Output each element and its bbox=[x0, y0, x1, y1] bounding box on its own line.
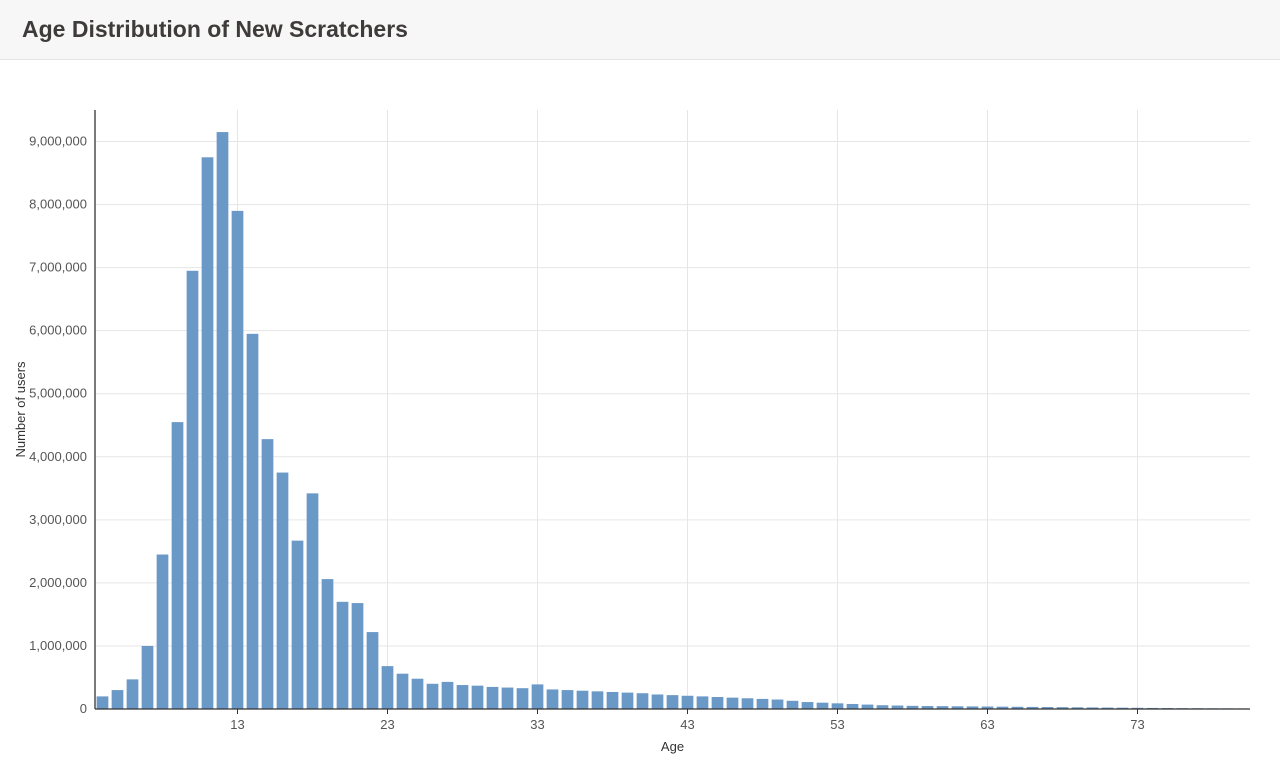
bar bbox=[592, 691, 604, 709]
bar bbox=[352, 603, 364, 709]
x-tick-label: 53 bbox=[830, 717, 844, 732]
y-tick-label: 1,000,000 bbox=[29, 638, 87, 653]
bar bbox=[637, 693, 649, 709]
bar bbox=[307, 493, 319, 709]
bar bbox=[547, 689, 559, 709]
bar bbox=[292, 541, 304, 709]
bar bbox=[322, 579, 334, 709]
bar bbox=[187, 271, 199, 709]
bar bbox=[367, 632, 379, 709]
y-tick-label: 3,000,000 bbox=[29, 512, 87, 527]
bar bbox=[652, 695, 664, 710]
bar bbox=[457, 685, 469, 709]
bar bbox=[517, 688, 529, 709]
y-tick-label: 9,000,000 bbox=[29, 134, 87, 149]
bar bbox=[682, 696, 694, 709]
bar bbox=[142, 646, 154, 709]
bar bbox=[787, 701, 799, 709]
bar bbox=[562, 690, 574, 709]
bar bbox=[532, 684, 544, 709]
y-tick-label: 7,000,000 bbox=[29, 260, 87, 275]
bar bbox=[157, 555, 169, 709]
y-tick-label: 4,000,000 bbox=[29, 449, 87, 464]
bar bbox=[427, 684, 439, 709]
bar bbox=[277, 473, 289, 709]
bar bbox=[202, 157, 214, 709]
x-axis-label: Age bbox=[661, 739, 684, 754]
bar bbox=[607, 692, 619, 709]
bar bbox=[112, 690, 124, 709]
y-axis-label: Number of users bbox=[13, 361, 28, 458]
bar bbox=[337, 602, 349, 709]
bar bbox=[172, 422, 184, 709]
bar bbox=[802, 702, 814, 709]
bar bbox=[472, 686, 484, 709]
bar bbox=[382, 666, 394, 709]
bar bbox=[727, 698, 739, 709]
page-title: Age Distribution of New Scratchers bbox=[22, 16, 408, 43]
bar bbox=[697, 696, 709, 709]
bar bbox=[742, 698, 754, 709]
bar bbox=[712, 697, 724, 709]
y-tick-label: 5,000,000 bbox=[29, 386, 87, 401]
x-tick-label: 33 bbox=[530, 717, 544, 732]
x-tick-label: 13 bbox=[230, 717, 244, 732]
bar bbox=[247, 334, 259, 709]
bar bbox=[232, 211, 244, 709]
x-tick-label: 63 bbox=[980, 717, 994, 732]
bar bbox=[817, 703, 829, 709]
y-tick-label: 2,000,000 bbox=[29, 575, 87, 590]
bar bbox=[397, 674, 409, 709]
bar bbox=[412, 679, 424, 709]
bar bbox=[217, 132, 229, 709]
bar bbox=[847, 704, 859, 709]
x-tick-label: 73 bbox=[1130, 717, 1144, 732]
bar bbox=[772, 700, 784, 709]
bar bbox=[862, 705, 874, 709]
bar bbox=[577, 691, 589, 709]
bar bbox=[442, 682, 454, 709]
chart-container: 0 1,000,000 2,000,000 3,000,000 4,000,000 5,0… bbox=[0, 60, 1280, 769]
y-tick-label: 8,000,000 bbox=[29, 197, 87, 212]
x-tick-label: 43 bbox=[680, 717, 694, 732]
x-tick-label: 23 bbox=[380, 717, 394, 732]
page-header: Age Distribution of New Scratchers bbox=[0, 0, 1280, 60]
y-tick-label: 6,000,000 bbox=[29, 323, 87, 338]
bar bbox=[622, 693, 634, 709]
bar bbox=[487, 687, 499, 709]
bar bbox=[127, 679, 139, 709]
bar bbox=[262, 439, 274, 709]
bar-chart: 0 1,000,000 2,000,000 3,000,000 4,000,000 5,0… bbox=[0, 60, 1280, 769]
bar bbox=[832, 703, 844, 709]
bar bbox=[97, 696, 109, 709]
y-tick-label: 0 bbox=[80, 701, 87, 716]
bar bbox=[757, 699, 769, 709]
bar bbox=[667, 695, 679, 709]
bar bbox=[502, 688, 514, 709]
